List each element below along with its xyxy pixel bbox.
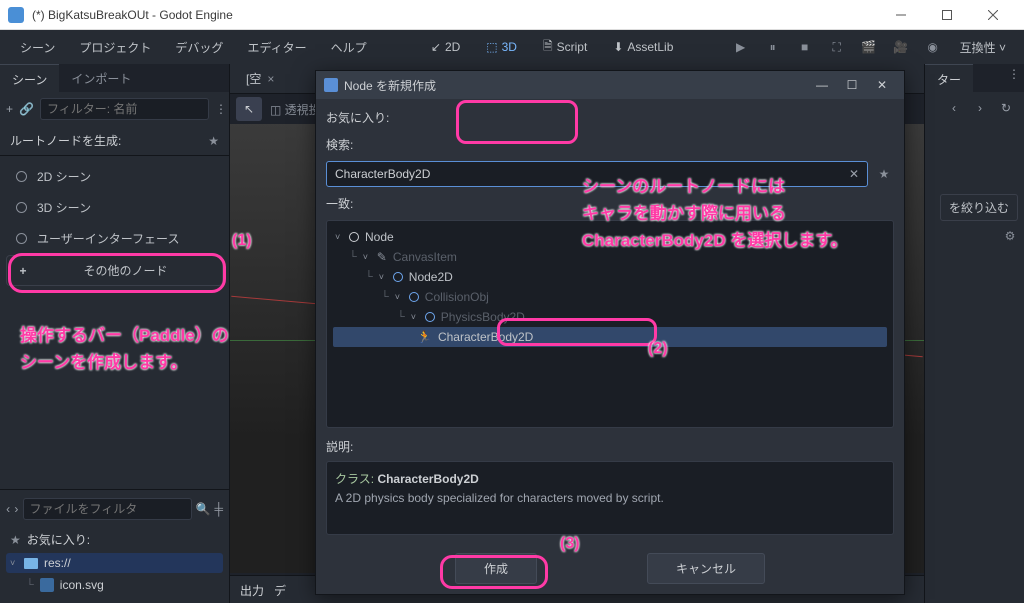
tree-node2d[interactable]: └˅Node2D: [333, 267, 887, 287]
close-button[interactable]: [970, 0, 1016, 30]
render-button[interactable]: ◉: [920, 34, 946, 60]
minimize-button[interactable]: [878, 0, 924, 30]
more-icon[interactable]: ⋮: [215, 99, 227, 119]
tree-physicsbody2d[interactable]: └˅PhysicsBody2D: [333, 307, 887, 327]
favorites-item[interactable]: ★お気に入り:: [6, 528, 223, 551]
dock-menu-icon[interactable]: ⋮: [1004, 64, 1024, 84]
filesystem-dock: ‹ › 🔍 ╪ ★お気に入り: ˅res:// └icon.svg: [0, 489, 229, 603]
split-icon[interactable]: ╪: [214, 499, 223, 519]
description-text: A 2D physics body specialized for charac…: [335, 491, 885, 505]
prev-icon[interactable]: ‹: [944, 98, 964, 118]
perspective-label[interactable]: ◫ 透視投: [270, 101, 321, 118]
window-title: (*) BigKatsuBreakOUt - Godot Engine: [32, 8, 878, 22]
select-tool[interactable]: ↖: [236, 97, 262, 121]
back-icon[interactable]: ‹: [6, 499, 10, 519]
menubar: シーン プロジェクト デバッグ エディター ヘルプ ↙ 2D ⬚ 3D 🗎 Sc…: [0, 30, 1024, 64]
root-generate-label: ルートノードを生成:: [10, 132, 121, 149]
search-input[interactable]: CharacterBody2D ✕: [326, 161, 868, 187]
scene-filter-input[interactable]: [40, 98, 209, 120]
pause-button[interactable]: ⏸: [760, 34, 786, 60]
dialog-close-button[interactable]: ✕: [868, 74, 896, 96]
menu-project[interactable]: プロジェクト: [69, 33, 161, 62]
search-value: CharacterBody2D: [335, 167, 430, 181]
res-folder[interactable]: ˅res://: [6, 553, 223, 573]
tab-import[interactable]: インポート: [59, 64, 143, 92]
forward-icon[interactable]: ›: [14, 499, 18, 519]
scene-opt-ui[interactable]: ユーザーインターフェース: [6, 224, 223, 253]
settings-icon[interactable]: ⚙: [1000, 226, 1020, 246]
menu-debug[interactable]: デバッグ: [165, 33, 233, 62]
tree-node[interactable]: ˅Node: [333, 227, 887, 247]
renderer-dropdown[interactable]: 互換性 ˅: [952, 35, 1014, 60]
favorite-toggle[interactable]: ★: [874, 167, 894, 181]
canvas-icon: ✎: [377, 250, 387, 264]
godot-icon: [324, 78, 338, 92]
node-tree[interactable]: ˅Node └˅✎CanvasItem └˅Node2D └˅Collision…: [326, 220, 894, 428]
window-titlebar: (*) BigKatsuBreakOUt - Godot Engine: [0, 0, 1024, 30]
play-scene-button[interactable]: 🎬: [856, 34, 882, 60]
collision-icon: [409, 292, 419, 302]
add-node-button[interactable]: +: [6, 99, 13, 119]
description-label: 説明:: [326, 438, 894, 455]
close-icon[interactable]: ×: [267, 72, 274, 86]
file-icon-svg[interactable]: └icon.svg: [22, 575, 223, 595]
workspace-2d[interactable]: ↙ 2D: [421, 35, 470, 59]
scene-tab-empty[interactable]: [空×: [236, 66, 284, 91]
favorites-label: お気に入り:: [326, 109, 894, 126]
dialog-minimize-button[interactable]: —: [808, 74, 836, 96]
create-button[interactable]: 作成: [455, 553, 537, 584]
clear-icon[interactable]: ✕: [849, 167, 859, 181]
history-icon[interactable]: ↻: [996, 98, 1016, 118]
maximize-button[interactable]: [924, 0, 970, 30]
tab-scene[interactable]: シーン: [0, 64, 59, 92]
link-button[interactable]: 🔗: [19, 99, 34, 119]
godot-icon: [8, 7, 24, 23]
menu-editor[interactable]: エディター: [237, 33, 316, 62]
stop-button[interactable]: ■: [792, 34, 818, 60]
workspace-assetlib[interactable]: ⬇ AssetLib: [603, 35, 683, 59]
menu-help[interactable]: ヘルプ: [321, 33, 377, 62]
description-box: クラス: CharacterBody2D A 2D physics body s…: [326, 461, 894, 535]
dialog-maximize-button[interactable]: ☐: [838, 74, 866, 96]
node-icon: [349, 232, 359, 242]
tree-characterbody2d[interactable]: 🏃CharacterBody2D: [333, 327, 887, 347]
scene-dock: シーン インポート + 🔗 ⋮ ルートノードを生成: ★ 2D シーン 3D シ…: [0, 64, 230, 603]
workspace-script[interactable]: 🗎 Script: [533, 32, 597, 63]
star-icon[interactable]: ★: [208, 134, 219, 148]
scene-opt-other-node[interactable]: +その他のノード: [6, 255, 223, 286]
dialog-title: Node を新規作成: [344, 77, 802, 94]
match-label: 一致:: [326, 195, 894, 212]
filter-button[interactable]: を絞り込む: [940, 194, 1018, 221]
scene-opt-2d[interactable]: 2D シーン: [6, 162, 223, 191]
file-filter-input[interactable]: [23, 498, 192, 520]
tree-canvasitem[interactable]: └˅✎CanvasItem: [333, 247, 887, 267]
inspector-tab[interactable]: ター: [925, 64, 973, 92]
node2d-icon: [393, 272, 403, 282]
scene-opt-3d[interactable]: 3D シーン: [6, 193, 223, 222]
menu-scene[interactable]: シーン: [10, 33, 65, 62]
workspace-3d[interactable]: ⬚ 3D: [476, 35, 527, 59]
create-node-dialog: Node を新規作成 — ☐ ✕ お気に入り: 検索: CharacterBod…: [315, 70, 905, 595]
search-icon[interactable]: 🔍: [196, 499, 211, 519]
cancel-button[interactable]: キャンセル: [647, 553, 765, 584]
output-tab[interactable]: 出力: [240, 582, 264, 597]
debugger-tab[interactable]: デ: [274, 582, 286, 597]
inspector-dock: ター ⋮ ‹ › ↻ を絞り込む ⚙: [924, 64, 1024, 603]
remote-button[interactable]: ⛶: [824, 34, 850, 60]
search-label: 検索:: [326, 136, 894, 153]
play-button[interactable]: ▶: [728, 34, 754, 60]
character-icon: 🏃: [417, 330, 432, 344]
physics-icon: [425, 312, 435, 322]
next-icon[interactable]: ›: [970, 98, 990, 118]
tree-collisionobject[interactable]: └˅CollisionObj: [333, 287, 887, 307]
movie-button[interactable]: 🎥: [888, 34, 914, 60]
